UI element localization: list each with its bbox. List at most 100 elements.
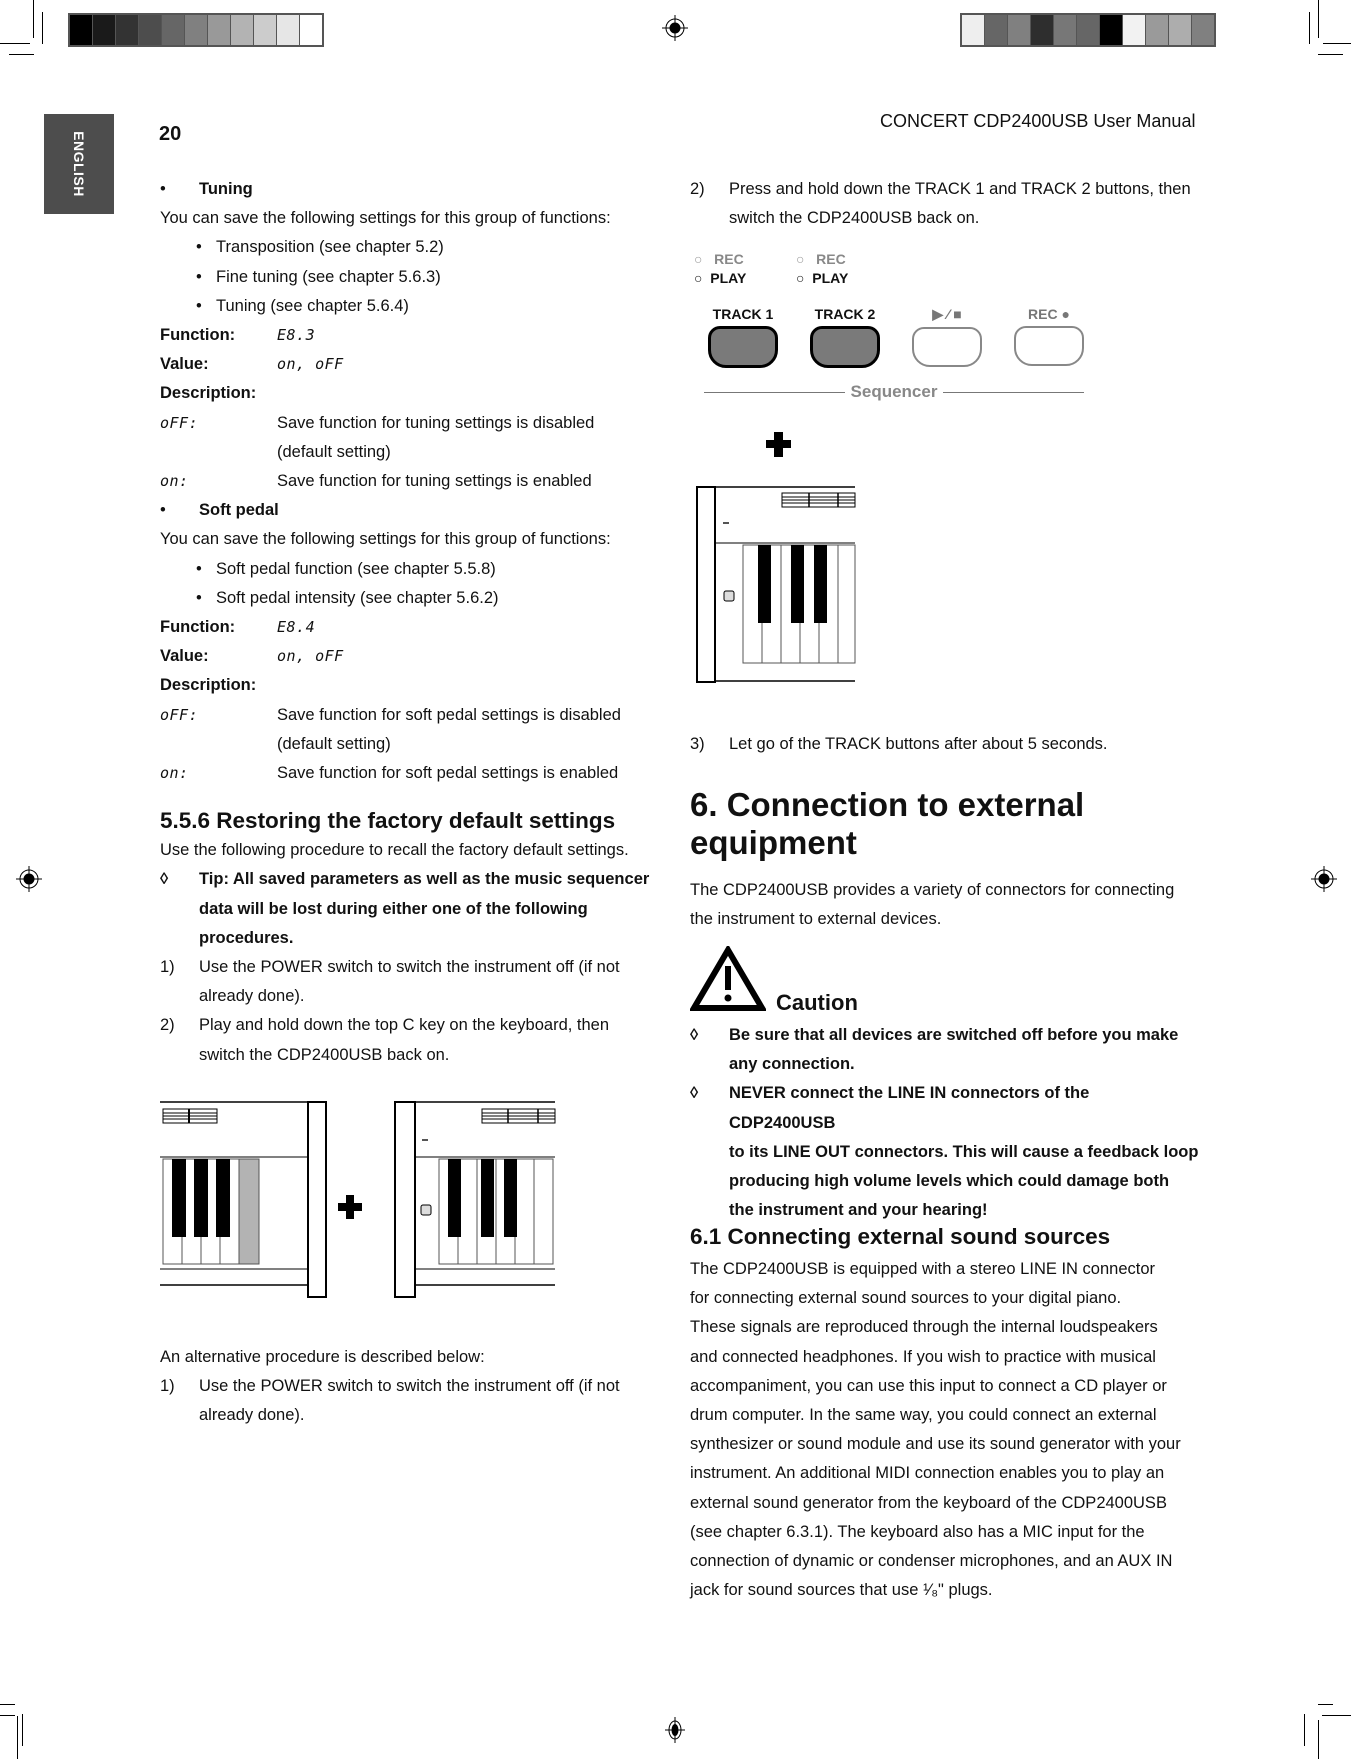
track2-button[interactable]: TRACK 2 <box>810 306 880 368</box>
crop-mark <box>22 1714 23 1746</box>
crop-mark <box>1318 1704 1333 1705</box>
track2-indicators: ○ REC ○ PLAY <box>796 250 848 288</box>
play-led-icon: ○ <box>694 270 703 286</box>
registration-mark-icon <box>16 866 42 892</box>
step-text: switch the CDP2400USB back on. <box>199 1045 450 1064</box>
power-button-illustration <box>696 432 856 683</box>
right-step-3: 3) Let go of the TRACK buttons after abo… <box>690 730 1200 759</box>
paragraph-line: (see chapter 6.3.1). The keyboard also h… <box>690 1522 1145 1541</box>
track1-button[interactable]: TRACK 1 <box>708 306 778 368</box>
off-label: oFF: <box>160 413 199 432</box>
step-text: already done). <box>199 1406 305 1425</box>
registration-mark-icon <box>1311 866 1337 892</box>
color-swatch <box>985 15 1008 45</box>
value-value: on, oFF <box>277 355 344 374</box>
rec-button-label: REC ● <box>1028 306 1070 322</box>
soft-pedal-section: • Soft pedal You can save the following s… <box>160 496 650 788</box>
description-label: Description: <box>160 384 257 403</box>
crop-mark <box>0 1715 15 1716</box>
bullet-icon: • <box>196 267 202 286</box>
color-swatch <box>70 15 93 45</box>
value-label: Value: <box>160 355 209 374</box>
tip-line: data will be lost during either one of t… <box>199 899 588 918</box>
color-swatch <box>300 15 322 45</box>
keyboard-top-c-illustration <box>160 1101 556 1298</box>
running-title: CONCERT CDP2400USB User Manual <box>880 111 1196 131</box>
alternative-procedure: An alternative procedure is described be… <box>160 1343 650 1431</box>
step-text: switch the CDP2400USB back on. <box>729 209 980 228</box>
soft-pedal-intro: You can save the following settings for … <box>160 530 611 549</box>
play-indicator-label: PLAY <box>710 270 747 286</box>
crop-mark <box>33 0 34 38</box>
highlighted-top-c-key <box>238 1158 260 1265</box>
function-label: Function: <box>160 618 236 637</box>
left-column: • Tuning You can save the following setti… <box>160 175 650 1070</box>
color-swatch <box>1008 15 1031 45</box>
paragraph-line: The CDP2400USB provides a variety of con… <box>690 881 1175 899</box>
tip-note: ◊ Tip: All saved parameters as well as t… <box>160 865 650 953</box>
caution-line: Be sure that all devices are switched of… <box>729 1026 1179 1044</box>
rec-button[interactable]: REC ● <box>1014 306 1084 366</box>
off-description: Save function for tuning settings is dis… <box>277 413 595 432</box>
step-text: Use the POWER switch to switch the instr… <box>199 958 620 977</box>
step-text: Press and hold down the TRACK 1 and TRAC… <box>729 180 1191 198</box>
play-stop-button[interactable]: ▶ ⁄ ■ <box>912 306 982 367</box>
tip-line: procedures. <box>199 928 294 947</box>
step-number: 2) <box>160 1016 175 1035</box>
warning-triangle-icon <box>690 946 766 1011</box>
crop-mark <box>0 1704 15 1705</box>
step-item: 1) Use the POWER switch to switch the in… <box>160 1372 650 1430</box>
keyboard-right-end <box>160 1101 327 1298</box>
color-swatch <box>1054 15 1077 45</box>
caution-title: Caution <box>776 990 858 1015</box>
bullet-icon: • <box>196 238 202 257</box>
caution-list: ◊ Be sure that all devices are switched … <box>690 1021 1200 1225</box>
color-swatch <box>277 15 300 45</box>
rec-indicator-label: REC <box>816 251 846 267</box>
bullet-icon: • <box>160 180 166 198</box>
step-item: 2) Play and hold down the top C key on t… <box>160 1011 650 1069</box>
keyboard-left-end <box>394 1101 556 1298</box>
paragraph-line: connection of dynamic or condenser micro… <box>690 1552 1173 1571</box>
bullet-icon: • <box>196 559 202 578</box>
power-button-icon <box>420 1204 432 1216</box>
rec-led-icon: ○ <box>694 251 703 267</box>
color-swatch <box>1031 15 1054 45</box>
on-label: on: <box>160 764 189 783</box>
tip-line: Tip: All saved parameters as well as the… <box>199 870 650 889</box>
step-number: 2) <box>690 180 705 198</box>
section-intro: Use the following procedure to recall th… <box>160 841 629 860</box>
bullet-icon: • <box>196 588 202 607</box>
chapter-heading-line: equipment <box>690 824 857 861</box>
plus-icon <box>766 432 791 457</box>
caution-line: producing high volume levels which could… <box>729 1172 1170 1191</box>
caution-item: ◊ Be sure that all devices are switched … <box>690 1021 1200 1079</box>
crop-mark <box>1318 54 1343 55</box>
crop-mark <box>1318 1720 1319 1759</box>
track1-indicators: ○ REC ○ PLAY <box>694 250 746 288</box>
list-item: Fine tuning (see chapter 5.6.3) <box>216 267 441 286</box>
alt-intro: An alternative procedure is described be… <box>160 1348 485 1366</box>
list-item: Soft pedal function (see chapter 5.5.8) <box>216 559 496 578</box>
color-swatch <box>254 15 277 45</box>
diamond-bullet-icon: ◊ <box>690 1026 699 1044</box>
off-description: Save function for soft pedal settings is… <box>277 705 621 724</box>
color-swatch <box>1100 15 1123 45</box>
play-led-icon: ○ <box>796 270 805 286</box>
sequencer-group-label: Sequencer <box>704 382 1084 402</box>
crop-mark <box>1309 12 1310 44</box>
paragraph-line: for connecting external sound sources to… <box>690 1289 1122 1308</box>
paragraph-line: and connected headphones. If you wish to… <box>690 1347 1156 1366</box>
paragraph-line: accompaniment, you can use this input to… <box>690 1376 1167 1395</box>
section-556: 5.5.6 Restoring the factory default sett… <box>160 806 650 1070</box>
bullet-icon: • <box>196 296 202 315</box>
color-swatch <box>116 15 139 45</box>
tuning-intro: You can save the following settings for … <box>160 209 611 228</box>
color-swatch <box>1192 15 1214 45</box>
list-item: Transposition (see chapter 5.2) <box>216 238 444 257</box>
color-swatch <box>93 15 116 45</box>
soft-pedal-title: Soft pedal <box>199 501 279 520</box>
sequencer-panel: ○ REC ○ PLAY ○ REC ○ PLAY TRACK 1 TRACK … <box>690 245 1090 405</box>
step-text: Let go of the TRACK buttons after about … <box>729 735 1108 753</box>
color-swatch <box>162 15 185 45</box>
